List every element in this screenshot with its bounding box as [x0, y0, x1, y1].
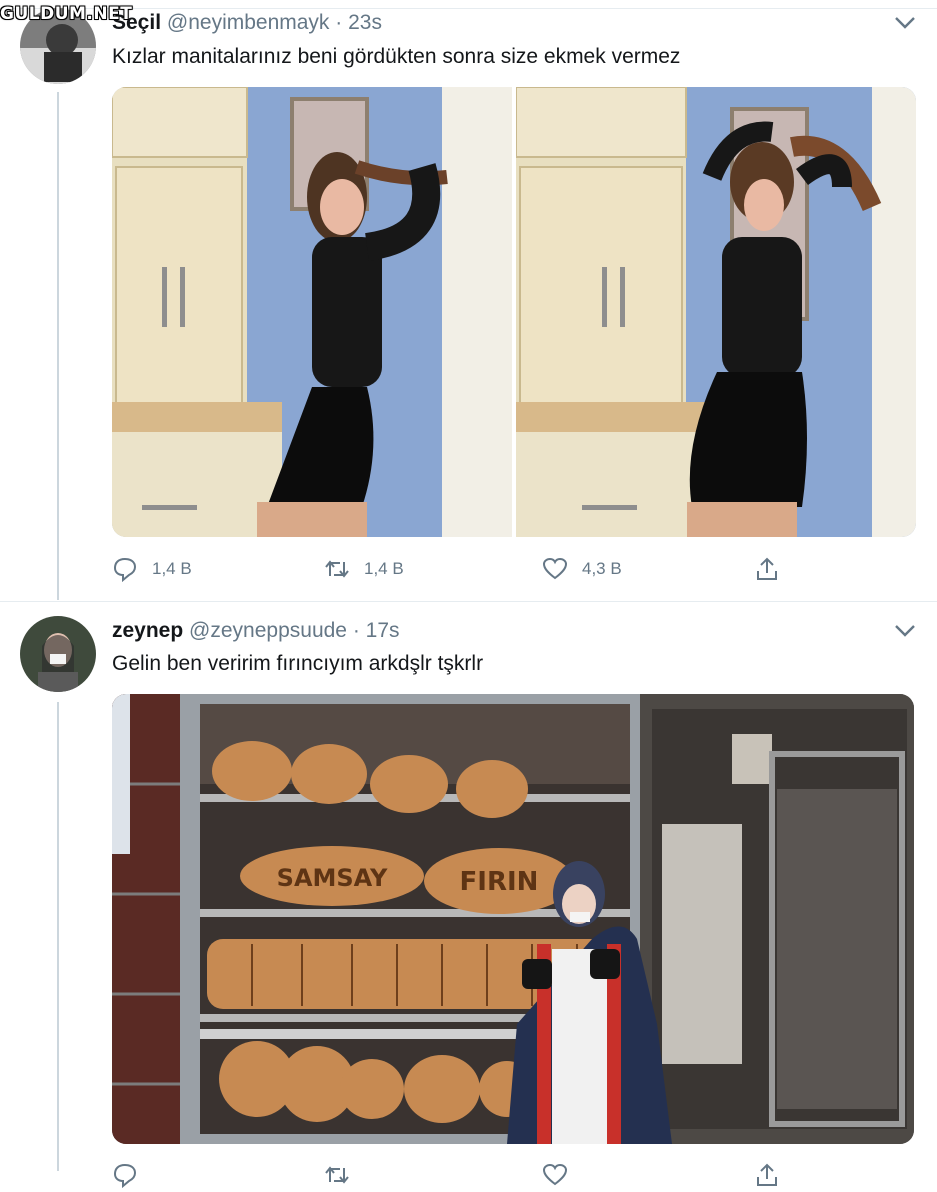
thread-line — [57, 702, 59, 1171]
tweet-photo-pair[interactable] — [112, 87, 916, 537]
tweet-text: Kızlar manitalarınız beni gördükten sonr… — [112, 45, 681, 68]
heart-icon — [542, 1163, 568, 1186]
photo-content: SAMSAY FIRIN — [112, 694, 914, 1144]
timestamp[interactable]: 17s — [366, 619, 400, 642]
tweet-1[interactable]: Seçil @neyimbenmayk · 23s Kızlar manital… — [0, 0, 937, 600]
reply-button[interactable]: 1,4 B — [112, 556, 192, 582]
tweet-photo[interactable]: SAMSAY FIRIN — [112, 694, 914, 1144]
reply-icon — [113, 557, 137, 582]
tweet-text: Gelin ben veririm fırıncıyım arkdşlr tşk… — [112, 652, 484, 675]
tweet-header: Seçil @neyimbenmayk · 23s — [112, 11, 382, 35]
reply-button[interactable] — [112, 1162, 138, 1188]
reply-count: 1,4 B — [152, 559, 192, 578]
bakery-sign-right: FIRIN — [460, 867, 539, 897]
separator-dot: · — [335, 11, 343, 34]
avatar[interactable] — [20, 616, 96, 692]
site-watermark: GULDUM.NET — [0, 4, 133, 24]
user-handle[interactable]: @zeyneppsuude — [189, 619, 347, 642]
reply-icon — [113, 1163, 137, 1188]
tweet-2[interactable]: zeynep @zeyneppsuude · 17s Gelin ben ver… — [0, 602, 937, 1188]
chevron-down-icon[interactable] — [894, 16, 916, 30]
retweet-count: 1,4 B — [364, 559, 404, 578]
share-icon — [757, 557, 777, 580]
retweet-button[interactable]: 1,4 B — [324, 556, 404, 582]
retweet-button[interactable] — [324, 1162, 350, 1188]
share-button[interactable] — [754, 1162, 780, 1188]
retweet-icon — [325, 560, 349, 578]
user-handle[interactable]: @neyimbenmayk — [167, 11, 330, 34]
tweet-actions: 1,4 B 1,4 B 4,3 B — [112, 556, 792, 586]
display-name[interactable]: zeynep — [112, 619, 183, 642]
photo-content — [112, 87, 916, 537]
tweet-actions — [112, 1162, 792, 1192]
bakery-sign-left: SAMSAY — [277, 864, 388, 892]
like-button[interactable]: 4,3 B — [542, 556, 622, 582]
chevron-down-icon[interactable] — [894, 624, 916, 638]
timestamp[interactable]: 23s — [348, 11, 382, 34]
separator-dot: · — [352, 619, 360, 642]
retweet-icon — [325, 1166, 349, 1184]
share-icon — [757, 1163, 777, 1186]
like-button[interactable] — [542, 1162, 568, 1188]
heart-icon — [542, 557, 568, 580]
tweet-header: zeynep @zeyneppsuude · 17s — [112, 619, 400, 643]
like-count: 4,3 B — [582, 559, 622, 578]
share-button[interactable] — [754, 556, 780, 582]
thread-line — [57, 92, 59, 600]
